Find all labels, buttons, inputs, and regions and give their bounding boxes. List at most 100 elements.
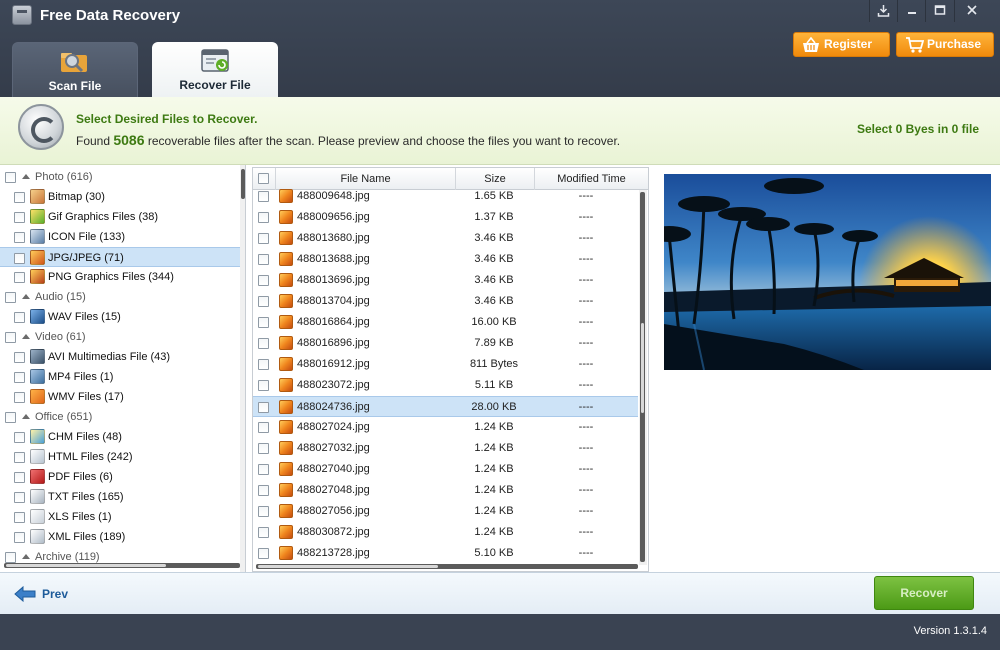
tree-checkbox[interactable] bbox=[14, 192, 25, 203]
file-list-horizontal-scroll-thumb[interactable] bbox=[258, 565, 438, 568]
tree-item[interactable]: MP4 Files (1) bbox=[0, 367, 242, 387]
tree-checkbox[interactable] bbox=[14, 452, 25, 463]
file-modified-time: ---- bbox=[578, 463, 594, 475]
tree-checkbox[interactable] bbox=[14, 312, 25, 323]
file-row[interactable]: 488213728.jpg 5.10 KB ---- bbox=[253, 543, 638, 564]
tab-recover-file[interactable]: Recover File bbox=[152, 42, 278, 97]
file-row[interactable]: 488024736.jpg 28.00 KB ---- bbox=[253, 396, 638, 417]
file-row[interactable]: 488013688.jpg 3.46 KB ---- bbox=[253, 249, 638, 270]
tree-checkbox[interactable] bbox=[5, 332, 16, 343]
tree-checkbox[interactable] bbox=[14, 392, 25, 403]
file-checkbox[interactable] bbox=[258, 402, 269, 413]
tree-item[interactable]: PNG Graphics Files (344) bbox=[0, 267, 242, 287]
file-row[interactable]: 488009648.jpg 1.65 KB ---- bbox=[253, 186, 638, 207]
minimize-icon[interactable] bbox=[897, 0, 925, 22]
file-name: 488016864.jpg bbox=[297, 316, 370, 328]
tree-checkbox[interactable] bbox=[5, 412, 16, 423]
file-row[interactable]: 488013704.jpg 3.46 KB ---- bbox=[253, 291, 638, 312]
tab-scan-file[interactable]: Scan File bbox=[12, 42, 138, 97]
tree-checkbox[interactable] bbox=[14, 232, 25, 243]
tree-item[interactable]: HTML Files (242) bbox=[0, 447, 242, 467]
tab-recover-file-label: Recover File bbox=[179, 78, 251, 92]
file-checkbox[interactable] bbox=[258, 317, 269, 328]
file-row[interactable]: 488013696.jpg 3.46 KB ---- bbox=[253, 270, 638, 291]
file-row[interactable]: 488016912.jpg 811 Bytes ---- bbox=[253, 354, 638, 375]
expand-triangle-icon[interactable] bbox=[22, 334, 30, 339]
file-checkbox[interactable] bbox=[258, 464, 269, 475]
tree-checkbox[interactable] bbox=[14, 352, 25, 363]
maximize-icon[interactable] bbox=[925, 0, 953, 22]
file-row[interactable]: 488027032.jpg 1.24 KB ---- bbox=[253, 438, 638, 459]
tree-checkbox[interactable] bbox=[14, 212, 25, 223]
file-row[interactable]: 488027040.jpg 1.24 KB ---- bbox=[253, 459, 638, 480]
file-checkbox[interactable] bbox=[258, 212, 269, 223]
file-row[interactable]: 488009656.jpg 1.37 KB ---- bbox=[253, 207, 638, 228]
file-checkbox[interactable] bbox=[258, 548, 269, 559]
file-row[interactable]: 488030872.jpg 1.24 KB ---- bbox=[253, 522, 638, 543]
tree-checkbox[interactable] bbox=[5, 552, 16, 563]
file-checkbox[interactable] bbox=[258, 485, 269, 496]
purchase-button[interactable]: Purchase bbox=[896, 32, 994, 57]
tree-item[interactable]: Bitmap (30) bbox=[0, 187, 242, 207]
file-checkbox[interactable] bbox=[258, 296, 269, 307]
file-checkbox[interactable] bbox=[258, 359, 269, 370]
expand-triangle-icon[interactable] bbox=[22, 554, 30, 559]
expand-triangle-icon[interactable] bbox=[22, 414, 30, 419]
file-list-vertical-scroll-thumb[interactable] bbox=[641, 323, 644, 413]
tree-checkbox[interactable] bbox=[14, 372, 25, 383]
file-checkbox[interactable] bbox=[258, 191, 269, 202]
file-row[interactable]: 488023072.jpg 5.11 KB ---- bbox=[253, 375, 638, 396]
tree-label: AVI Multimedias File (43) bbox=[48, 351, 171, 363]
tree-item[interactable]: CHM Files (48) bbox=[0, 427, 242, 447]
recover-button[interactable]: Recover bbox=[874, 576, 974, 610]
tree-item[interactable]: JPG/JPEG (71) bbox=[0, 247, 242, 267]
file-row[interactable]: 488016896.jpg 7.89 KB ---- bbox=[253, 333, 638, 354]
tree-checkbox[interactable] bbox=[5, 172, 16, 183]
file-row[interactable]: 488027048.jpg 1.24 KB ---- bbox=[253, 480, 638, 501]
register-button[interactable]: Register bbox=[793, 32, 890, 57]
tree-item[interactable]: AVI Multimedias File (43) bbox=[0, 347, 242, 367]
file-checkbox[interactable] bbox=[258, 338, 269, 349]
file-checkbox[interactable] bbox=[258, 443, 269, 454]
tree-horizontal-scroll-thumb[interactable] bbox=[6, 564, 166, 567]
tree-item[interactable]: XLS Files (1) bbox=[0, 507, 242, 527]
tree-category[interactable]: Video (61) bbox=[0, 327, 242, 347]
tree-item[interactable]: WAV Files (15) bbox=[0, 307, 242, 327]
file-checkbox[interactable] bbox=[258, 506, 269, 517]
tree-vertical-scrollbar[interactable] bbox=[240, 165, 245, 572]
file-row[interactable]: 488027056.jpg 1.24 KB ---- bbox=[253, 501, 638, 522]
file-row[interactable]: 488016864.jpg 16.00 KB ---- bbox=[253, 312, 638, 333]
file-checkbox[interactable] bbox=[258, 380, 269, 391]
tree-item[interactable]: PDF Files (6) bbox=[0, 467, 242, 487]
file-checkbox[interactable] bbox=[258, 275, 269, 286]
tree-category[interactable]: Office (651) bbox=[0, 407, 242, 427]
file-checkbox[interactable] bbox=[258, 254, 269, 265]
tree-checkbox[interactable] bbox=[14, 532, 25, 543]
file-checkbox[interactable] bbox=[258, 422, 269, 433]
close-icon[interactable] bbox=[954, 0, 988, 22]
expand-triangle-icon[interactable] bbox=[22, 174, 30, 179]
tree-checkbox[interactable] bbox=[14, 272, 25, 283]
file-row[interactable]: 488013680.jpg 3.46 KB ---- bbox=[253, 228, 638, 249]
tree-item[interactable]: XML Files (189) bbox=[0, 527, 242, 547]
tree-checkbox[interactable] bbox=[14, 512, 25, 523]
download-icon[interactable] bbox=[869, 0, 897, 22]
tree-item[interactable]: Gif Graphics Files (38) bbox=[0, 207, 242, 227]
tree-category[interactable]: Photo (616) bbox=[0, 167, 242, 187]
tree-vertical-scroll-thumb[interactable] bbox=[241, 169, 245, 199]
tree-checkbox[interactable] bbox=[14, 253, 25, 264]
file-checkbox[interactable] bbox=[258, 527, 269, 538]
tree-item[interactable]: TXT Files (165) bbox=[0, 487, 242, 507]
tree-checkbox[interactable] bbox=[14, 492, 25, 503]
prev-button[interactable]: Prev bbox=[14, 584, 68, 604]
tree-item[interactable]: WMV Files (17) bbox=[0, 387, 242, 407]
expand-triangle-icon[interactable] bbox=[22, 294, 30, 299]
select-all-checkbox[interactable] bbox=[258, 173, 269, 184]
tree-checkbox[interactable] bbox=[14, 472, 25, 483]
tree-item[interactable]: ICON File (133) bbox=[0, 227, 242, 247]
file-row[interactable]: 488027024.jpg 1.24 KB ---- bbox=[253, 417, 638, 438]
tree-checkbox[interactable] bbox=[5, 292, 16, 303]
file-checkbox[interactable] bbox=[258, 233, 269, 244]
tree-checkbox[interactable] bbox=[14, 432, 25, 443]
tree-category[interactable]: Audio (15) bbox=[0, 287, 242, 307]
